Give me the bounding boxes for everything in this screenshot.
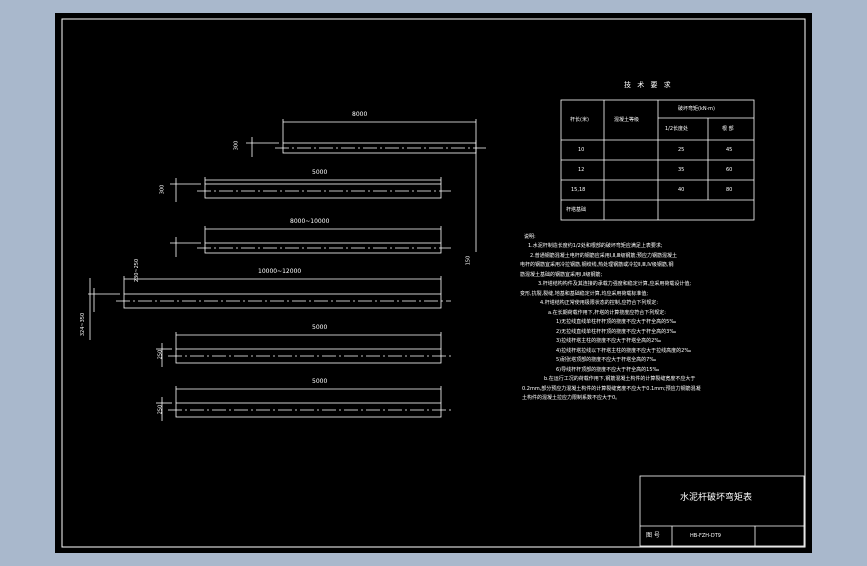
pole-diameter-label: 230~250 xyxy=(134,258,141,283)
notes-line: 5)耐张塔顶部的挠度不应大于杆塔全高的7‰ xyxy=(556,357,657,363)
tech-cell-root: 45 xyxy=(726,147,733,153)
tech-header-pole-length: 杆长(米) xyxy=(570,117,589,123)
tech-cell-half: 35 xyxy=(678,167,685,173)
tech-cell-root: 80 xyxy=(726,187,733,193)
notes-line: 0.2mm,部分预应力混凝土构件的计算裂缝宽度不应大于0.1mm;预应力钢筋混凝 xyxy=(522,385,701,392)
pole-diameter-label: 300 xyxy=(159,184,166,195)
tech-cell-length: 杆塔基础 xyxy=(566,207,587,213)
tech-header-half: 1/2长度处 xyxy=(665,126,689,132)
pole-length-label: 8000~10000 xyxy=(290,218,330,225)
notes-line: 土构件的混凝土拉应力限制系数不应大于0。 xyxy=(522,395,621,401)
notes-line: 电杆的钢筋宜采用冷拉钢筋,钢绞线,热处理钢筋或冷拉Ⅱ,Ⅲ,Ⅳ级钢筋,钢 xyxy=(520,262,674,268)
notes-line: 4)拉线杆塔拉线以下杆塔主柱的挠度不应大于拉线高度的2‰ xyxy=(556,347,692,354)
tech-cell-half: 25 xyxy=(678,147,685,153)
pole-length-label: 5000 xyxy=(312,324,328,331)
notes-line: b.在运行工况的荷载作用下,钢筋混凝土构件的计算裂缝宽度不应大于 xyxy=(544,376,696,382)
drawing-number: HB-FZH-DT9 xyxy=(690,533,721,539)
notes-line: 1.水泥杆制造长度约1/2处和根部的破坏弯矩应满足上表要求; xyxy=(528,243,663,249)
pole-length-label: 5000 xyxy=(312,169,328,176)
tech-table-title: 技 术 要 求 xyxy=(624,81,673,89)
pole-diameter-label: 300 xyxy=(233,140,240,151)
pole-diameter-label: 150 xyxy=(465,255,472,266)
pole-diameter-label: 250 xyxy=(157,349,164,360)
tech-cell-length: 10 xyxy=(578,147,585,153)
drawing-viewport: 8000 5000 8000~10000 10000~12000 5000 50… xyxy=(0,0,867,562)
drawing-number-label: 图 号 xyxy=(646,532,660,539)
tech-cell-length: 15,18 xyxy=(571,187,586,193)
notes-line: 筋混凝土基础的钢筋宜采用Ⅰ,Ⅱ级钢筋; xyxy=(520,271,603,278)
tech-header-root: 根 部 xyxy=(722,126,734,132)
tech-header-moment: 破坏弯矩(kN·m) xyxy=(678,106,715,112)
tech-cell-root: 60 xyxy=(726,167,733,173)
notes-line: 4.杆塔结构正常使用极限状态的控制,应符合下列规定: xyxy=(540,300,659,306)
notes-line: 3.杆塔结构构件及其连接的承载力强度和稳定计算,应采用荷载设计值; xyxy=(538,281,692,287)
notes-line: 变形,抗裂,裂缝,地基和基础稳定计算,均应采用荷载标准值; xyxy=(520,290,649,297)
title-block-title: 水泥杆破坏弯矩表 xyxy=(680,493,753,503)
pole-length-label: 10000~12000 xyxy=(258,268,302,275)
notes-line: 1)无拉线直线单柱杆杆顶的挠度不应大于杆全高的5‰ xyxy=(556,319,677,325)
left-dimension-label: 324~350 xyxy=(80,312,87,337)
tech-header-grade: 混凝土等级 xyxy=(614,117,640,123)
sheet-background xyxy=(55,13,812,553)
pole-length-label: 8000 xyxy=(352,111,368,118)
drawing-sheet xyxy=(55,13,812,553)
notes-line: 6)导线杆杆顶部的挠度不应大于杆全高的15‰ xyxy=(556,366,660,373)
notes-line: 2.普通钢筋混凝土电杆的钢筋应采用Ⅰ,Ⅱ,Ⅲ级钢筋;预应力钢筋混凝土 xyxy=(530,252,678,259)
pole-length-label: 5000 xyxy=(312,378,328,385)
pole-diameter-label: 250 xyxy=(157,404,164,415)
notes-heading: 说明: xyxy=(524,234,536,240)
notes-line: 2)无拉线直线单柱杆杆顶的挠度不应大于杆全高的3‰ xyxy=(556,328,677,335)
tech-cell-half: 40 xyxy=(678,187,685,193)
notes-line: 3)拉线杆塔主柱的挠度不应大于杆塔全高的2‰ xyxy=(556,338,662,344)
tech-cell-length: 12 xyxy=(578,167,585,173)
notes-line: a.在长期荷载作用下,杆塔的计算挠度应符合下列规定: xyxy=(548,309,666,316)
